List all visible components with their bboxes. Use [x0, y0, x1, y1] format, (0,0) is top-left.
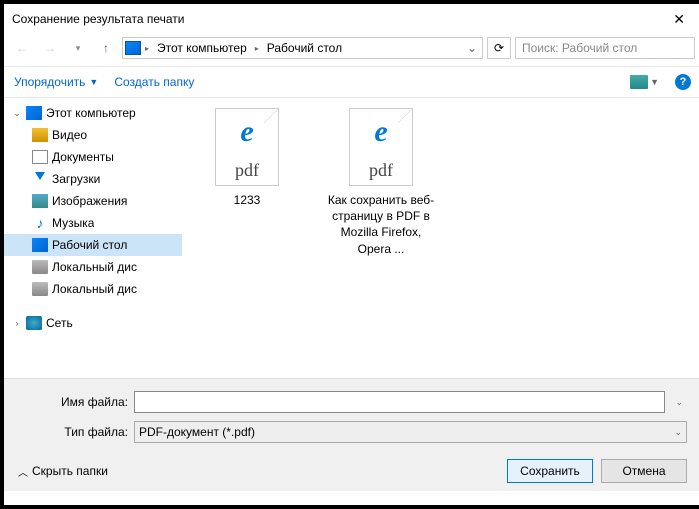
toolbar: Упорядочить ▼ Создать папку ▼ ? [4, 66, 699, 98]
sidebar-item-videos[interactable]: Видео [4, 124, 182, 146]
filename-input[interactable] [134, 391, 665, 413]
disk-icon [32, 282, 48, 296]
sidebar-item-pictures[interactable]: Изображения [4, 190, 182, 212]
sidebar-item-local-disk[interactable]: Локальный дис [4, 278, 182, 300]
titlebar: Сохранение результата печати ✕ [4, 4, 699, 34]
sidebar-item-local-disk[interactable]: Локальный дис [4, 256, 182, 278]
pdf-file-icon: epdf [349, 108, 413, 186]
file-item[interactable]: epdf Как сохранить веб-страницу в PDF в … [326, 108, 436, 257]
nav-back-button[interactable]: ← [10, 37, 34, 59]
video-icon [32, 128, 48, 142]
chevron-right-icon[interactable]: ▸ [143, 44, 151, 53]
sidebar-item-music[interactable]: ♪ Музыка [4, 212, 182, 234]
cancel-button[interactable]: Отмена [601, 459, 687, 483]
pc-icon [26, 106, 42, 120]
dialog-title: Сохранение результата печати [12, 12, 665, 26]
help-icon[interactable]: ? [675, 74, 691, 90]
file-name: 1233 [234, 192, 261, 208]
disk-icon [32, 260, 48, 274]
file-list[interactable]: epdf 1233 epdf Как сохранить веб-страниц… [182, 98, 699, 378]
save-dialog: Сохранение результата печати ✕ ← → ▾ ↑ ▸… [3, 3, 699, 506]
sidebar-item-desktop[interactable]: Рабочий стол [4, 234, 182, 256]
filetype-label: Тип файла: [18, 425, 128, 439]
save-button[interactable]: Сохранить [507, 459, 593, 483]
breadcrumb-segment[interactable]: Этот компьютер [153, 39, 251, 57]
music-icon: ♪ [32, 216, 48, 230]
organize-button[interactable]: Упорядочить ▼ [14, 75, 98, 89]
view-options-button[interactable]: ▼ [630, 75, 659, 89]
pc-icon [125, 41, 141, 55]
filename-label: Имя файла: [18, 395, 128, 409]
file-item[interactable]: epdf 1233 [192, 108, 302, 208]
refresh-button[interactable]: ⟳ [487, 37, 511, 59]
expand-icon[interactable]: › [12, 318, 22, 328]
new-folder-button[interactable]: Создать папку [114, 75, 194, 89]
filename-history-dropdown[interactable]: ⌄ [671, 397, 687, 408]
chevron-up-icon: ︿ [18, 464, 28, 479]
download-icon [32, 172, 48, 186]
breadcrumb-dropdown-button[interactable]: ⌄ [464, 41, 480, 55]
nav-forward-button[interactable]: → [38, 37, 62, 59]
collapse-icon[interactable]: ⌄ [12, 108, 22, 119]
main-body: ⌄ Этот компьютер Видео Документы Загрузк… [4, 98, 699, 378]
desktop-icon [32, 238, 48, 252]
chevron-right-icon[interactable]: ▸ [253, 44, 261, 53]
bottom-panel: Имя файла: ⌄ Тип файла: PDF-документ (*.… [4, 378, 699, 491]
pictures-icon [32, 194, 48, 208]
hide-folders-button[interactable]: ︿ Скрыть папки [18, 464, 108, 479]
sidebar-tree: ⌄ Этот компьютер Видео Документы Загрузк… [4, 98, 182, 378]
sidebar-item-network[interactable]: › Сеть [4, 312, 182, 334]
file-name: Как сохранить веб-страницу в PDF в Mozil… [326, 192, 436, 257]
address-bar: ← → ▾ ↑ ▸ Этот компьютер ▸ Рабочий стол … [4, 34, 699, 62]
breadcrumb[interactable]: ▸ Этот компьютер ▸ Рабочий стол ⌄ [122, 37, 483, 59]
breadcrumb-segment[interactable]: Рабочий стол [263, 39, 346, 57]
pdf-file-icon: epdf [215, 108, 279, 186]
filetype-select[interactable]: PDF-документ (*.pdf)⌄ [134, 421, 687, 443]
close-icon[interactable]: ✕ [665, 9, 693, 30]
sidebar-item-documents[interactable]: Документы [4, 146, 182, 168]
network-icon [26, 316, 42, 330]
sidebar-item-this-pc[interactable]: ⌄ Этот компьютер [4, 102, 182, 124]
nav-recent-button[interactable]: ▾ [66, 37, 90, 59]
document-icon [32, 150, 48, 164]
nav-up-button[interactable]: ↑ [94, 37, 118, 59]
sidebar-item-downloads[interactable]: Загрузки [4, 168, 182, 190]
search-input[interactable]: Поиск: Рабочий стол [515, 37, 695, 59]
view-icon [630, 75, 648, 89]
